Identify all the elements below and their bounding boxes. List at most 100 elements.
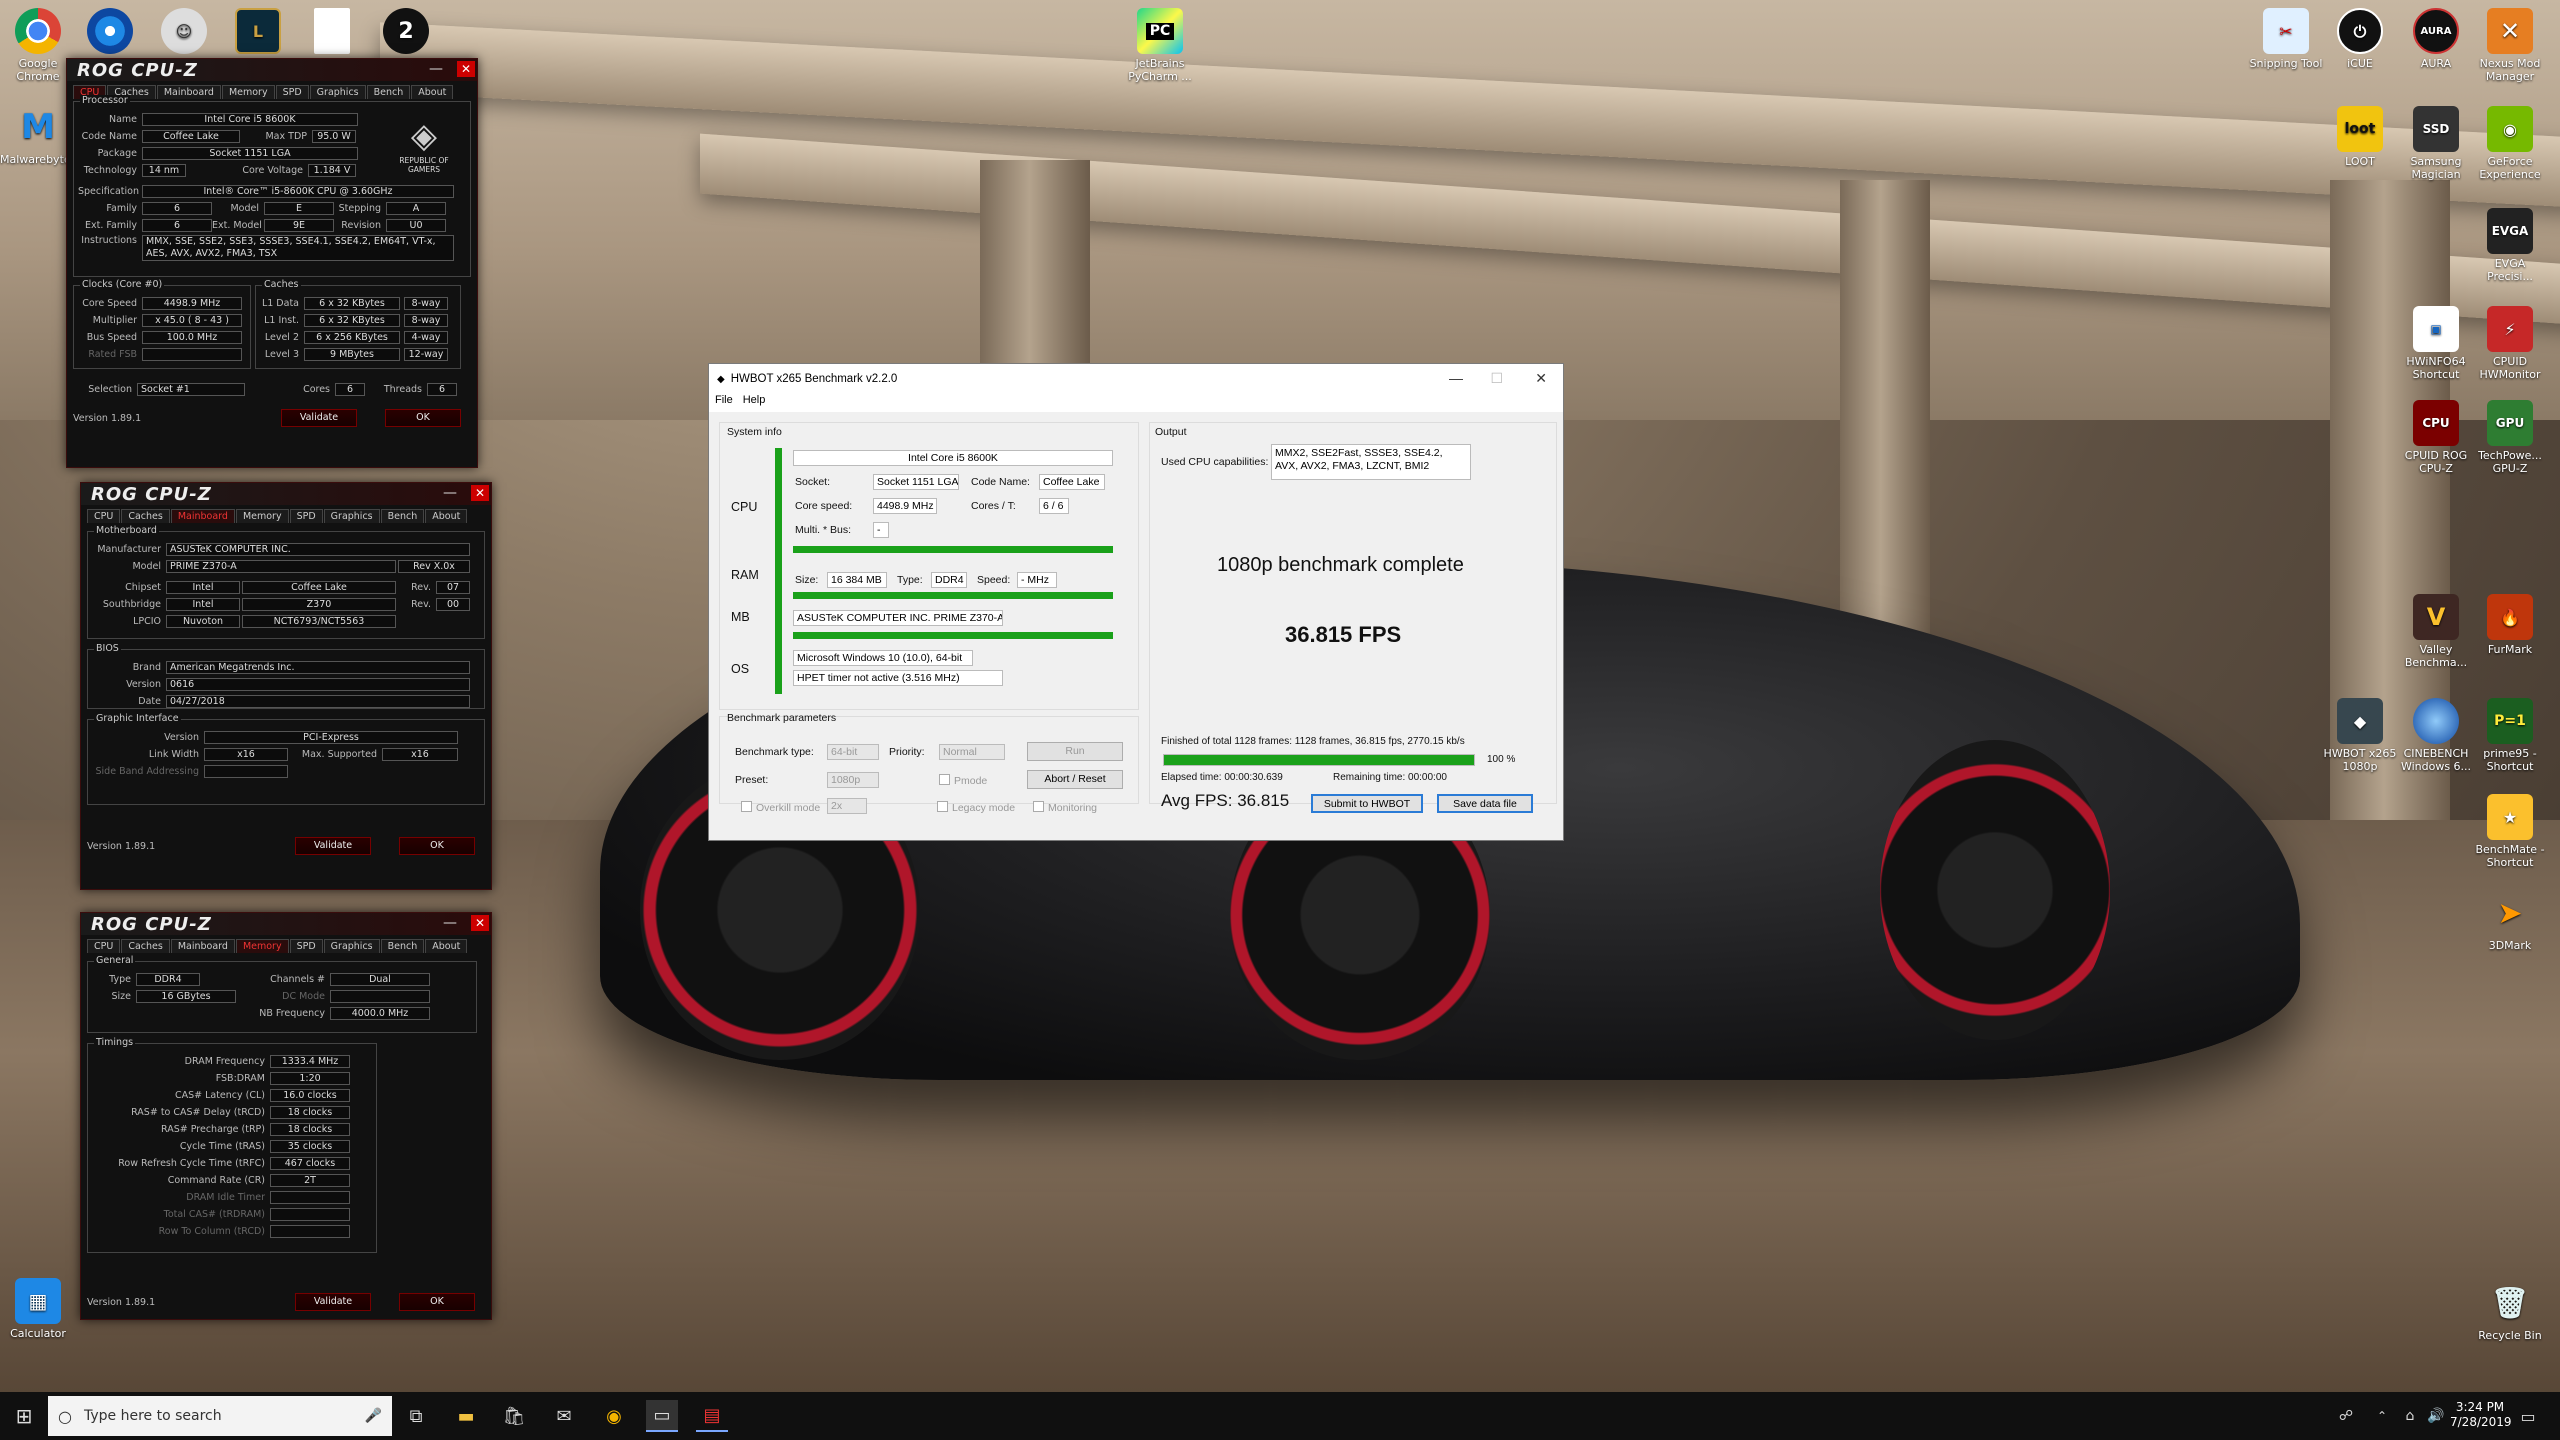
tab-graphics[interactable]: Graphics (309, 85, 366, 99)
desktop-icon-evga[interactable]: EVGA EVGA Precisi... (2472, 208, 2548, 283)
priority-select[interactable]: Normal (939, 744, 1005, 760)
cpuz-window-memory[interactable]: ROG CPU-Z — ✕ CPU Caches Mainboard Memor… (80, 912, 492, 1320)
benchmark-type-select[interactable]: 64-bit (827, 744, 879, 760)
search-input[interactable]: ○ Type here to search 🎤 (48, 1396, 392, 1436)
desktop-icon-pycharm[interactable]: PC JetBrains PyCharm ... (1122, 8, 1198, 83)
cpuz-window-mainboard[interactable]: ROG CPU-Z — ✕ CPU Caches Mainboard Memor… (80, 482, 492, 890)
taskbar-file-explorer[interactable]: ▬ (450, 1400, 482, 1432)
tab-spd[interactable]: SPD (289, 939, 323, 953)
ok-button[interactable]: OK (385, 409, 461, 427)
tab-caches[interactable]: Caches (121, 509, 170, 523)
desktop-icon-league[interactable]: L (220, 8, 296, 57)
tab-mainboard[interactable]: Mainboard (170, 509, 235, 523)
desktop-icon-furmark[interactable]: 🔥 FurMark (2472, 594, 2548, 656)
tab-cpu[interactable]: CPU (87, 939, 121, 953)
ok-button[interactable]: OK (399, 837, 475, 855)
microphone-icon[interactable]: 🎤 (365, 1408, 382, 1424)
save-data-file-button[interactable]: Save data file (1437, 794, 1533, 813)
menu-file[interactable]: File (715, 394, 733, 412)
close-button[interactable]: ✕ (471, 485, 489, 501)
tab-graphics[interactable]: Graphics (323, 939, 380, 953)
tab-spd[interactable]: SPD (289, 509, 323, 523)
desktop-icon-geforce[interactable]: ◉ GeForce Experience (2472, 106, 2548, 181)
desktop-icon-benchmate[interactable]: ★ BenchMate - Shortcut (2472, 794, 2548, 869)
legacy-mode-checkbox[interactable]: Legacy mode (937, 801, 1015, 814)
desktop-icon-chrome[interactable]: Google Chrome (0, 8, 76, 83)
overkill-select[interactable]: 2x (827, 798, 867, 814)
desktop-icon-prime95[interactable]: P=1 prime95 - Shortcut (2472, 698, 2548, 773)
cpuz-window-cpu[interactable]: ROG CPU-Z — ✕ CPU Caches Mainboard Memor… (66, 58, 478, 468)
desktop-icon-app2[interactable]: 2 (368, 8, 444, 57)
desktop-icon-3dmark[interactable]: ➤ 3DMark (2472, 890, 2548, 952)
desktop-icon-gpuz[interactable]: GPU TechPowe... GPU-Z (2472, 400, 2548, 475)
tab-about[interactable]: About (411, 85, 454, 99)
tab-bench[interactable]: Bench (366, 85, 411, 99)
tab-bench[interactable]: Bench (380, 939, 425, 953)
desktop-icon-nexus[interactable]: ✕ Nexus Mod Manager (2472, 8, 2548, 83)
desktop-icon-icue[interactable]: ⏻ iCUE (2322, 8, 2398, 70)
desktop-icon-snipping[interactable]: ✂ Snipping Tool (2248, 8, 2324, 70)
ok-button[interactable]: OK (399, 1293, 475, 1311)
tab-memory[interactable]: Memory (235, 939, 289, 953)
desktop-icon-malwarebytes[interactable]: M Malwarebytes (0, 104, 76, 167)
tab-mainboard[interactable]: Mainboard (156, 85, 221, 99)
close-button[interactable]: ✕ (457, 61, 475, 77)
desktop-icon-app[interactable]: ☺ (146, 8, 222, 57)
desktop-icon-calculator[interactable]: ▦ Calculator (0, 1278, 76, 1340)
taskbar-chrome[interactable]: ◉ (598, 1400, 630, 1432)
desktop-icon-valley[interactable]: V Valley Benchma... (2398, 594, 2474, 669)
preset-select[interactable]: 1080p (827, 772, 879, 788)
title-bar[interactable]: ROG CPU-Z — ✕ (81, 913, 491, 935)
tab-cpu[interactable]: CPU (87, 509, 121, 523)
title-bar[interactable]: ROG CPU-Z — ✕ (81, 483, 491, 505)
abort-reset-button[interactable]: Abort / Reset (1027, 770, 1123, 789)
monitoring-checkbox[interactable]: Monitoring (1033, 801, 1097, 814)
socket-select[interactable]: Socket #1 (137, 382, 245, 396)
desktop-icon-aura[interactable]: AURA AURA (2398, 8, 2474, 70)
validate-button[interactable]: Validate (281, 409, 357, 427)
desktop-icon-cinebench[interactable]: CINEBENCH Windows 6... (2398, 698, 2474, 773)
menu-help[interactable]: Help (743, 394, 766, 412)
clock[interactable]: 3:24 PM 7/28/2019 (2450, 1400, 2512, 1430)
taskbar-cpuz[interactable]: ▤ (696, 1400, 728, 1432)
title-bar[interactable]: ◆ HWBOT x265 Benchmark v2.2.0 — ☐ ✕ (709, 364, 1563, 394)
tab-mainboard[interactable]: Mainboard (170, 939, 235, 953)
desktop-icon-hwmonitor[interactable]: ⚡ CPUID HWMonitor (2472, 306, 2548, 381)
taskbar-mail[interactable]: ✉ (548, 1400, 580, 1432)
desktop-icon-loot[interactable]: loot LOOT (2322, 106, 2398, 168)
tab-memory[interactable]: Memory (235, 509, 289, 523)
desktop-icon-app[interactable] (72, 8, 148, 57)
tab-memory[interactable]: Memory (221, 85, 275, 99)
run-button[interactable]: Run (1027, 742, 1123, 761)
minimize-button[interactable]: — (443, 915, 457, 931)
validate-button[interactable]: Validate (295, 837, 371, 855)
maximize-button[interactable]: ☐ (1490, 370, 1503, 387)
tab-about[interactable]: About (425, 939, 468, 953)
tab-about[interactable]: About (425, 509, 468, 523)
validate-button[interactable]: Validate (295, 1293, 371, 1311)
notifications-button[interactable]: ▭ (2512, 1400, 2544, 1432)
desktop-icon-hwinfo[interactable]: ▣ HWiNFO64 Shortcut (2398, 306, 2474, 381)
pmode-checkbox[interactable]: Pmode (939, 774, 987, 787)
start-button[interactable]: ⊞ (8, 1400, 40, 1432)
submit-to-hwbot-button[interactable]: Submit to HWBOT (1311, 794, 1423, 813)
close-button[interactable]: ✕ (471, 915, 489, 931)
desktop-icon-hwbot[interactable]: ◆ HWBOT x265 1080p (2322, 698, 2398, 773)
taskbar-store[interactable]: 🛍 (498, 1400, 530, 1432)
tab-graphics[interactable]: Graphics (323, 509, 380, 523)
minimize-button[interactable]: — (429, 61, 443, 77)
desktop-icon-recycle-bin[interactable]: 🗑 Recycle Bin (2472, 1280, 2548, 1342)
task-view-button[interactable]: ⧉ (400, 1400, 432, 1432)
desktop-icon-cpuz[interactable]: CPU CPUID ROG CPU-Z (2398, 400, 2474, 475)
close-button[interactable]: ✕ (1535, 370, 1547, 387)
tab-spd[interactable]: SPD (275, 85, 309, 99)
desktop-icon-samsung[interactable]: SSD Samsung Magician (2398, 106, 2474, 181)
desktop-icon-document[interactable] (294, 8, 370, 57)
hwbot-window[interactable]: ◆ HWBOT x265 Benchmark v2.2.0 — ☐ ✕ File… (708, 363, 1564, 841)
tab-caches[interactable]: Caches (121, 939, 170, 953)
minimize-button[interactable]: — (443, 485, 457, 501)
taskbar-hwbot[interactable]: ▭ (646, 1400, 678, 1432)
tab-bench[interactable]: Bench (380, 509, 425, 523)
minimize-button[interactable]: — (1449, 370, 1463, 386)
volume-button[interactable]: 🔊 (2420, 1400, 2452, 1432)
